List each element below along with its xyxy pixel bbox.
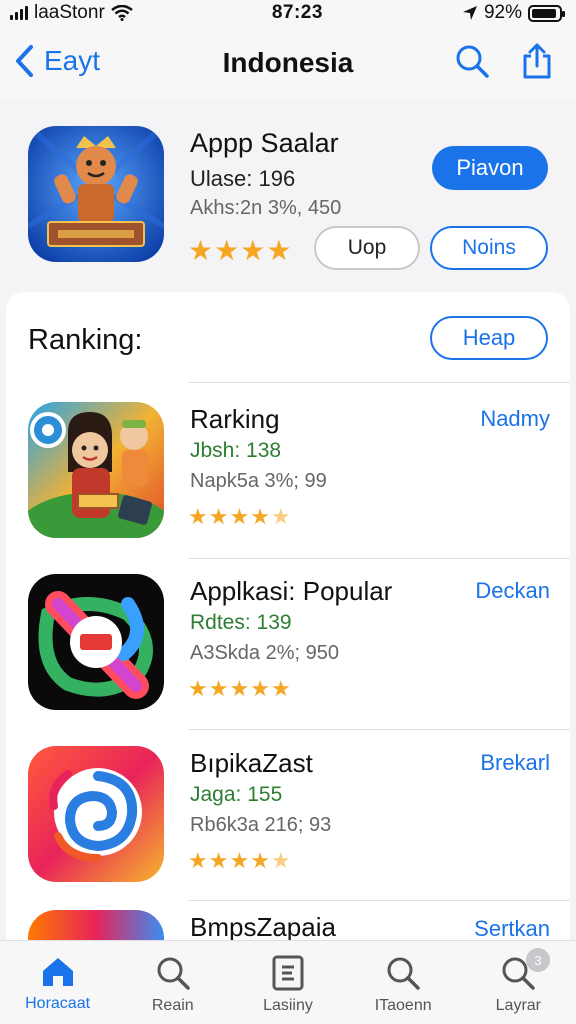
star-rating: ★★★★★	[188, 676, 292, 702]
search-icon	[387, 957, 420, 990]
list-item[interactable]: Rarking Jbsh: 138 Napk5a 3%; 99 ★★★★★ Na…	[6, 384, 570, 554]
game-character-icon[interactable]	[28, 126, 164, 262]
star-icon: ★	[208, 676, 230, 701]
app-name: BıpikaZast	[190, 748, 313, 778]
back-label: Eayt	[44, 45, 101, 76]
location-arrow-icon	[462, 6, 477, 20]
app-details: Napk5a 3%; 99	[190, 470, 327, 492]
app-reviews: Rdtes: 139	[190, 611, 292, 634]
star-icon: ★	[250, 676, 271, 701]
star-icon: ★	[208, 848, 230, 873]
tab-home[interactable]: Horacaat	[3, 955, 113, 1013]
star-icon: ★	[250, 848, 271, 873]
ranking-button[interactable]: Heap	[430, 316, 548, 360]
star-icon: ★	[229, 848, 251, 873]
battery-fill	[531, 8, 556, 18]
list-icon	[272, 955, 304, 991]
nav-actions	[454, 42, 554, 80]
featured-app: Appp Saalar Ulase: 196 Akhs:2n 3%, 450 ★…	[0, 110, 576, 280]
tab-layer[interactable]: Layrar	[463, 955, 573, 1015]
star-icon: ★	[240, 235, 267, 266]
star-icon: ★	[266, 235, 293, 266]
app-action-link[interactable]: Nadmy	[480, 406, 550, 432]
half-star-icon: ★	[270, 504, 292, 529]
tab-list[interactable]: Lasiiny	[233, 955, 343, 1015]
star-rating: ★★★★★	[188, 848, 292, 874]
back-button[interactable]: Eayt	[14, 44, 100, 78]
app-reviews: Jbsh: 138	[190, 439, 282, 462]
star-icon: ★	[188, 235, 215, 266]
app-name: Applkasi: Popular	[190, 576, 393, 606]
featured-outline-button[interactable]: Noins	[430, 226, 548, 270]
featured-primary-button[interactable]: Piavon	[432, 146, 548, 190]
page-title: Indonesia	[222, 47, 354, 78]
battery-percent: 92%	[483, 2, 522, 23]
app-action-link[interactable]: Deckan	[475, 578, 550, 604]
featured-secondary-button[interactable]: Uop	[314, 226, 420, 270]
star-rating: ★★★★★	[188, 504, 292, 530]
notification-badge: 3	[526, 948, 550, 972]
tab-search[interactable]: Reain	[118, 955, 228, 1015]
tab-label: Horacaat	[25, 995, 91, 1012]
tab-label: Reain	[151, 997, 194, 1014]
featured-app-reviews: Ulase: 196	[190, 166, 296, 191]
status-left: laaStonr	[10, 2, 133, 24]
app-action-link[interactable]: Brekarl	[480, 750, 550, 776]
game-character-icon	[28, 402, 164, 538]
status-time: 87:23	[271, 2, 323, 23]
status-bar: laaStonr 87:23 92%	[0, 0, 576, 26]
star-icon: ★	[208, 504, 230, 529]
star-icon: ★	[188, 848, 209, 873]
featured-app-details: Akhs:2n 3%, 450	[190, 197, 342, 219]
star-icon: ★	[214, 235, 241, 266]
neon-app-icon	[28, 574, 164, 710]
star-icon: ★	[270, 676, 292, 701]
app-name: BmpsZapaia	[190, 912, 336, 942]
ranking-section: Ranking: Heap Rarking Jbsh: 138 Napk5a 3…	[6, 292, 570, 952]
star-icon: ★	[250, 504, 271, 529]
share-icon[interactable]	[520, 42, 554, 80]
search-icon[interactable]	[454, 43, 490, 79]
app-details: A3Skda 2%; 950	[190, 642, 339, 664]
status-right: 92%	[462, 2, 565, 24]
app-name: Rarking	[190, 404, 280, 434]
featured-app-name: Appp Saalar	[190, 128, 339, 158]
swirl-app-icon	[28, 746, 164, 882]
app-details: Rb6k3a 216; 93	[190, 814, 332, 836]
star-icon: ★	[188, 676, 209, 701]
featured-star-rating: ★★★★	[188, 234, 292, 267]
divider	[188, 382, 570, 383]
star-icon: ★	[188, 504, 209, 529]
ranking-title: Ranking:	[28, 324, 143, 356]
star-icon: ★	[229, 676, 251, 701]
signal-icon	[10, 6, 28, 20]
star-icon: ★	[229, 504, 251, 529]
half-star-icon: ★	[270, 848, 292, 873]
wifi-icon	[111, 5, 133, 21]
nav-bar: Eayt Indonesia	[0, 26, 576, 100]
tab-label: Layrar	[495, 997, 542, 1014]
search-icon	[157, 957, 190, 990]
carrier-label: laaStonr	[34, 2, 105, 23]
list-item[interactable]: BıpikaZast Jaga: 155 Rb6k3a 216; 93 ★★★★…	[6, 728, 570, 898]
tab-label: Lasiiny	[263, 997, 313, 1014]
app-reviews: Jaga: 155	[190, 783, 283, 806]
home-icon	[42, 958, 73, 986]
chevron-left-icon	[16, 45, 33, 77]
list-item[interactable]: Applkasi: Popular Rdtes: 139 A3Skda 2%; …	[6, 556, 570, 726]
app-action-link[interactable]: Sertkan	[474, 916, 550, 942]
tab-discover[interactable]: ITaoenn	[348, 955, 458, 1015]
tab-label: ITaoenn	[374, 997, 432, 1014]
battery-icon	[527, 4, 565, 22]
tab-bar: Horacaat Reain Lasiiny ITaoenn Layrar	[0, 940, 576, 1024]
